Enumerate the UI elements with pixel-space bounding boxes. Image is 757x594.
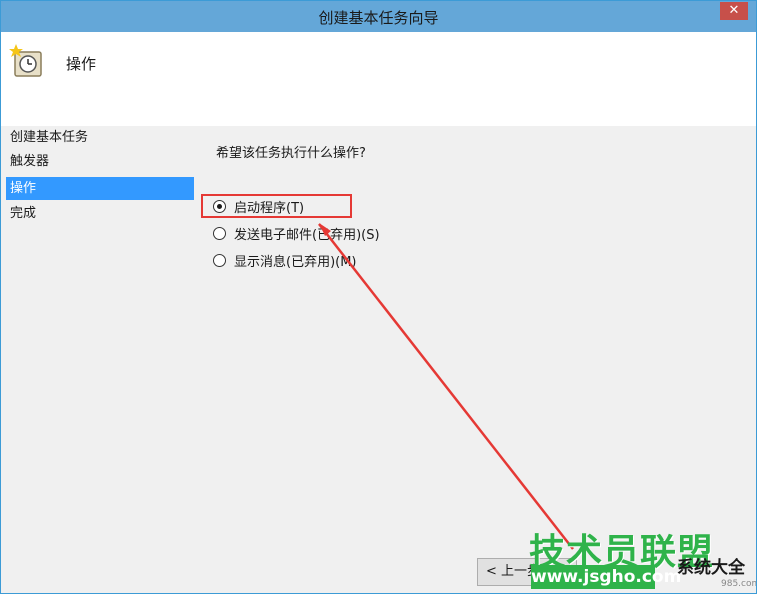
wizard-steps: 创建基本任务 触发器 操作 完成 [1, 126, 196, 593]
close-button[interactable]: ✕ [720, 2, 748, 20]
radio-show-message[interactable] [213, 253, 226, 267]
wizard-content: 希望该任务执行什么操作? 启动程序(T) 发送电子邮件(已弃用)(S) 显示消息… [196, 126, 756, 593]
wizard-window: 创建基本任务向导 ✕ 操作 创建基本任务 触发器 操作 完成 希望该任务执行什么… [0, 0, 757, 594]
option-start-program[interactable]: 启动程序(T) [213, 196, 304, 216]
wizard-header: 操作 [1, 32, 756, 126]
radio-start-program[interactable] [213, 199, 226, 213]
window-title: 创建基本任务向导 [318, 9, 439, 27]
option-show-message[interactable]: 显示消息(已弃用)(M) [213, 250, 357, 270]
option-show-message-label: 显示消息(已弃用)(M) [234, 254, 357, 270]
back-button[interactable]: < 上一步 [477, 558, 577, 586]
step-action[interactable]: 操作 [6, 177, 194, 200]
option-send-email[interactable]: 发送电子邮件(已弃用)(S) [213, 223, 380, 243]
step-create-basic-task[interactable]: 创建基本任务 [6, 126, 194, 149]
task-clock-icon [9, 44, 42, 77]
action-question: 希望该任务执行什么操作? [216, 146, 366, 161]
option-start-program-label: 启动程序(T) [234, 200, 305, 216]
title-bar[interactable]: 创建基本任务向导 ✕ [1, 1, 756, 32]
close-icon: ✕ [728, 3, 740, 18]
page-title: 操作 [66, 55, 97, 73]
radio-send-email[interactable] [213, 226, 226, 240]
step-trigger[interactable]: 触发器 [6, 150, 194, 173]
step-finish[interactable]: 完成 [6, 202, 194, 225]
option-send-email-label: 发送电子邮件(已弃用)(S) [234, 227, 380, 243]
